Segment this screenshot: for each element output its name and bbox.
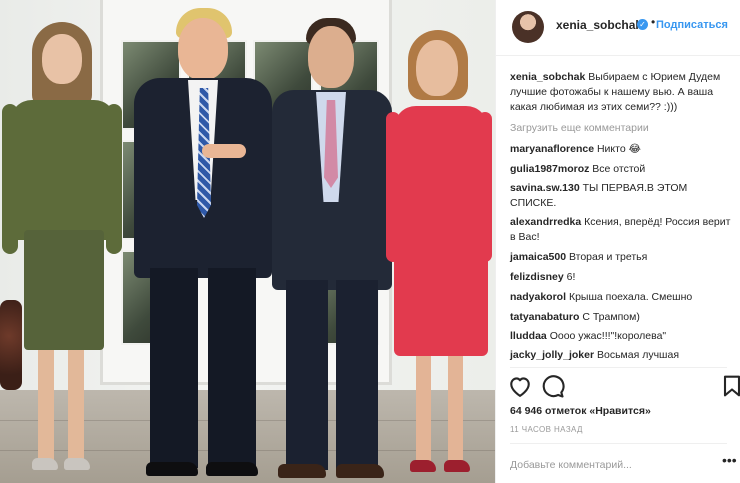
verified-badge-icon: ✓ [637,19,648,30]
comment-text: Никто 😂 [596,143,641,155]
trouser [336,280,378,470]
divider [510,367,727,368]
comment-text: Оооо ужас!!!"!королева" [549,330,667,342]
comment-item: gulia1987moroz Все отстой [510,162,735,177]
likes-count[interactable]: 64 946 отметок «Нравится» [510,405,651,417]
trouser [286,280,328,470]
arm [106,104,122,254]
comment-username[interactable]: alexandrredka [510,216,581,228]
jacket [10,100,116,240]
bookmark-icon[interactable] [718,372,740,400]
action-bar [506,372,740,402]
comment-text: Крыша поехала. Смешно [568,291,693,303]
arm [478,112,492,262]
follow-button[interactable]: Подписаться [656,19,728,31]
person-olive-suit [2,22,122,482]
comment-text: Восьмая лучшая [596,349,680,361]
heart-icon[interactable] [506,372,534,400]
skirt [24,230,104,350]
leg [416,356,431,464]
shoe [410,460,436,472]
comment-item: savina.sw.130 ТЫ ПЕРВАЯ.В ЭТОМ СПИСКЕ. [510,181,735,211]
comment-item: maryanaflorence Никто 😂 [510,142,735,157]
comment-username[interactable]: jacky_jolly_joker [510,349,594,361]
pointing-hand [202,144,246,158]
shoe [336,464,384,478]
load-more-comments-button[interactable]: Загрузить еще комментарии [510,122,649,134]
comment-item: felizdisney 6! [510,270,735,285]
comment-username[interactable]: savina.sw.130 [510,182,580,194]
post-caption: xenia_sobchak Выбираем с Юрием Дудем луч… [510,70,732,115]
shoe [278,464,326,478]
comment-username[interactable]: jamaica500 [510,251,566,263]
post-sidebar: xenia_sobchak ✓ • Подписаться xenia_sobc… [495,0,740,483]
avatar[interactable] [512,11,544,43]
leg [38,350,54,460]
comment-item: lluddaa Оооо ужас!!!"!королева" [510,329,735,344]
post-photo[interactable] [0,0,495,483]
comment-text: Вторая и третья [568,251,648,263]
trouser [150,268,198,468]
arm [386,112,400,262]
leg [448,356,463,464]
caption-username[interactable]: xenia_sobchak [510,71,585,83]
shoe [206,462,258,476]
post-timestamp[interactable]: 11 часов назад [510,425,583,434]
shoe [444,460,470,472]
comment-item: jacky_jolly_joker Восьмая лучшая [510,348,735,363]
comment-username[interactable]: gulia1987moroz [510,163,589,175]
comment-username[interactable]: tatyanabaturo [510,311,579,323]
head [308,26,354,88]
person-blue-tie [128,8,278,483]
comment-username[interactable]: nadyakorol [510,291,566,303]
leg [68,350,84,460]
divider [510,443,727,444]
author-username[interactable]: xenia_sobchak [556,18,642,32]
comment-item: alexandrredka Ксения, вперёд! Россия вер… [510,215,735,245]
comment-username[interactable]: felizdisney [510,271,564,283]
comment-text: 6! [566,271,576,283]
comment-item: jamaica500 Вторая и третья [510,250,735,265]
post-header: xenia_sobchak ✓ • Подписаться [496,0,740,56]
shoe [64,458,90,470]
arm [2,104,18,254]
more-options-icon[interactable]: ••• [722,452,737,468]
trouser [208,268,256,468]
comment-bubble-icon[interactable] [538,372,566,400]
header-separator: • [651,15,656,29]
comment-item: tatyanabaturo С Трампом) [510,310,735,325]
person-pink-tie [268,18,396,483]
head [178,18,228,80]
comment-item: nadyakorol Крыша поехала. Смешно [510,290,735,305]
add-comment-input[interactable] [510,455,732,475]
head [42,34,82,84]
shoe [146,462,198,476]
head [416,40,458,96]
person-red-dress [386,30,494,483]
shoe [32,458,58,470]
comment-username[interactable]: lluddaa [510,330,547,342]
comment-text: Все отстой [592,163,646,175]
comment-text: С Трампом) [582,311,640,323]
comment-username[interactable]: maryanaflorence [510,143,594,155]
red-dress [394,106,488,356]
